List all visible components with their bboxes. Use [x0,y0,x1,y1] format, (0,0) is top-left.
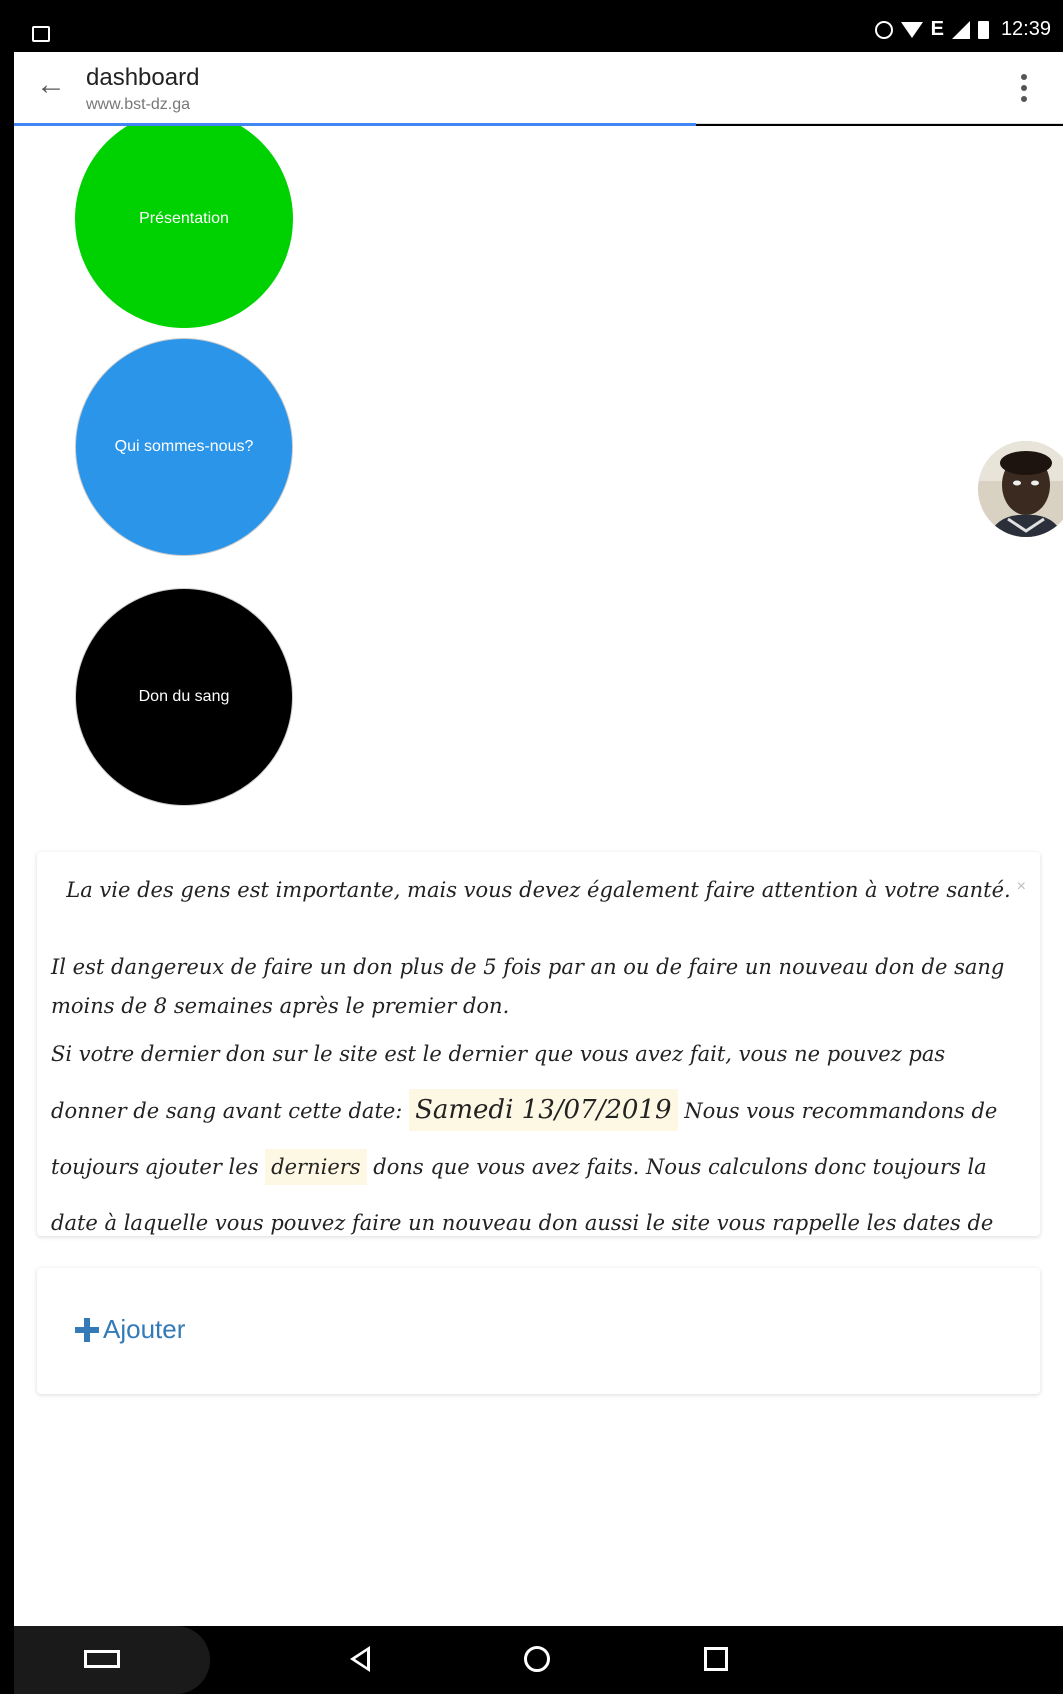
network-type-label: E [930,18,944,40]
about-us-button[interactable]: Qui sommes-nous? [75,338,293,556]
web-content: Présentation Qui sommes-nous? Don du san… [14,126,1063,1626]
add-donation-button[interactable]: Ajouter [75,1314,185,1345]
nav-home-icon[interactable] [524,1646,550,1672]
screenshot-pill[interactable] [14,1626,210,1694]
alert-paragraph-frequency: Il est dangereux de faire un don plus de… [51,955,1005,1018]
blood-donation-button[interactable]: Don du sang [75,588,293,806]
health-alert-card: La vie des gens est importante, mais vou… [37,852,1040,1291]
browser-app-bar: ← dashboard www.bst-dz.ga [14,52,1063,124]
presentation-label: Présentation [139,210,229,227]
status-icons: E 12:39 [874,18,1051,41]
close-icon[interactable]: × [1017,878,1026,896]
alarm-icon [874,20,893,39]
alert-title: La vie des gens est importante, mais vou… [66,878,1011,902]
user-avatar[interactable] [978,441,1063,537]
system-navigation-bar [14,1626,1063,1694]
signal-icon [951,20,970,39]
page-url: www.bst-dz.ga [86,96,191,113]
status-time: 12:39 [1000,18,1051,40]
gallery-notification-icon [32,26,50,42]
nav-recents-icon[interactable] [704,1647,728,1671]
battery-icon [977,20,989,39]
status-bar: E 12:39 [14,0,1063,52]
about-us-label: Qui sommes-nous? [114,438,254,455]
presentation-button[interactable]: Présentation [75,126,293,328]
add-donation-card: Ajouter [37,1268,1040,1394]
blood-donation-label: Don du sang [138,688,230,705]
highlighted-word: derniers [265,1149,367,1185]
plus-icon [75,1317,99,1342]
avatar-image [978,441,1063,537]
alert-paragraph-next-date: Si votre dernier don sur le site est le … [51,1026,1026,1307]
back-arrow-icon[interactable]: ← [36,70,66,100]
next-donation-date: Samedi 13/07/2019 [409,1089,678,1131]
alert-body: Il est dangereux de faire un don plus de… [51,948,1026,1307]
menu-dot [1021,74,1027,80]
overflow-menu-icon[interactable] [1021,74,1027,102]
add-label: Ajouter [103,1314,186,1344]
menu-dot [1021,96,1027,102]
screenshot-icon [84,1650,120,1668]
nav-back-icon[interactable] [350,1646,370,1672]
menu-dot [1021,85,1027,91]
wifi-icon [900,21,923,38]
page-title: dashboard [86,64,200,91]
